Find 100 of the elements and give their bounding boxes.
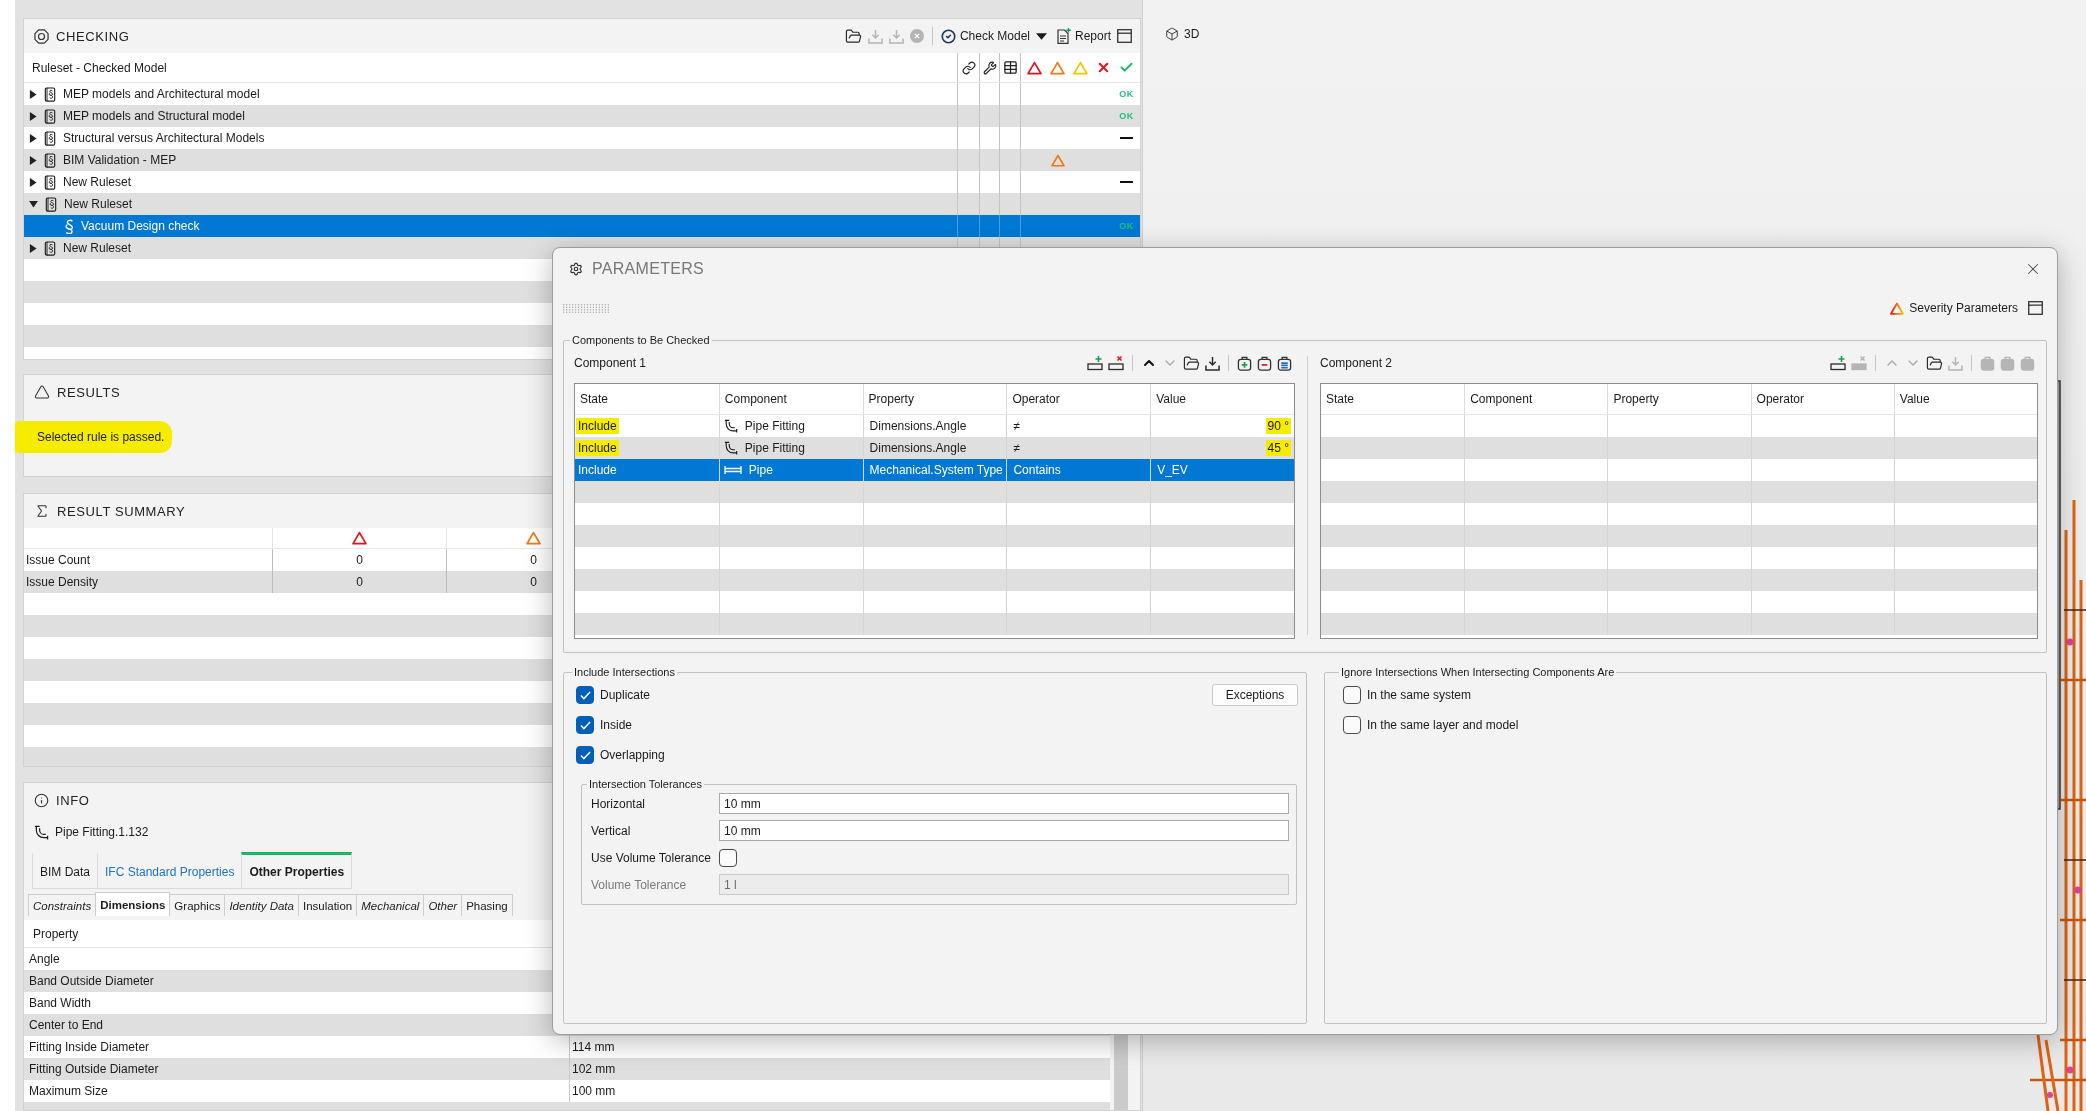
field-label: Use Volume Tolerance bbox=[591, 850, 712, 865]
tab[interactable]: Other Properties bbox=[241, 852, 353, 889]
input-field[interactable]: 10 mm bbox=[719, 820, 1289, 841]
state-text: Include bbox=[576, 418, 619, 434]
group-label: Include Intersections bbox=[573, 666, 676, 678]
checkbox[interactable] bbox=[576, 716, 594, 734]
status-label: OK bbox=[1119, 89, 1134, 99]
column-header: Component bbox=[718, 384, 863, 414]
value-text: V_EV bbox=[1156, 462, 1189, 478]
ruleset-row[interactable]: New Ruleset bbox=[24, 193, 1140, 215]
group-label: Ignore Intersections When Intersecting Components Are bbox=[1340, 666, 1616, 678]
issue-value: 0 bbox=[356, 575, 363, 589]
ruleset-row[interactable]: MEP models and Structural model OK bbox=[24, 105, 1140, 127]
folder-icon[interactable] bbox=[844, 27, 862, 45]
caret-right-icon[interactable] bbox=[29, 133, 37, 143]
checkbox[interactable] bbox=[576, 746, 594, 764]
check-circle-icon bbox=[940, 28, 956, 44]
table-row[interactable]: Include Pipe Fitting Dimensions.Angle ≠ 45 ° bbox=[575, 437, 1294, 459]
window-icon[interactable] bbox=[1117, 29, 1132, 43]
triangle-icon bbox=[1050, 60, 1065, 75]
triangle-icon bbox=[352, 531, 367, 545]
property-name: Maximum Size bbox=[28, 1084, 109, 1098]
clipboard-minus-icon[interactable] bbox=[1257, 355, 1272, 371]
clipboard-plus-icon[interactable] bbox=[1237, 355, 1252, 371]
table-row[interactable]: Include Pipe Mechanical.System Type Contains V_EV bbox=[575, 459, 1294, 481]
ruleset-row[interactable]: BIM Validation - MEP bbox=[24, 149, 1140, 171]
tab[interactable]: Dimensions bbox=[95, 892, 171, 916]
checkbox[interactable] bbox=[719, 848, 737, 867]
component-name: Pipe Fitting bbox=[743, 440, 806, 456]
sigma-icon bbox=[34, 503, 50, 519]
severity-parameters-button[interactable]: Severity Parameters bbox=[1890, 301, 2018, 315]
cross-icon bbox=[1096, 60, 1111, 75]
ruleset-label: MEP models and Architectural model bbox=[63, 87, 260, 101]
panel-title: RESULT SUMMARY bbox=[57, 503, 186, 519]
column-header: Property bbox=[1607, 384, 1751, 414]
property-value: 100 mm bbox=[572, 1084, 616, 1098]
table-row[interactable]: Include Pipe Fitting Dimensions.Angle ≠ 90 ° bbox=[575, 415, 1294, 437]
input-field[interactable]: 10 mm bbox=[719, 793, 1289, 814]
window-icon[interactable] bbox=[2028, 301, 2043, 315]
settings-icon bbox=[569, 262, 583, 276]
caret-down-icon[interactable] bbox=[29, 200, 38, 208]
report-button[interactable]: Report bbox=[1056, 28, 1111, 44]
pipe-icon bbox=[723, 465, 742, 475]
pipe-elbow-icon bbox=[723, 441, 738, 455]
checkbox-label: Duplicate bbox=[600, 688, 651, 702]
checkbox-label: Overlapping bbox=[600, 748, 665, 762]
checkbox[interactable] bbox=[1343, 686, 1361, 704]
download-icon[interactable] bbox=[1205, 355, 1220, 371]
grip-handle[interactable] bbox=[563, 303, 609, 313]
checkbox-label: In the same system bbox=[1367, 688, 1472, 702]
column-header: State bbox=[1325, 391, 1356, 408]
table-icon bbox=[1002, 60, 1018, 75]
field-label: Horizontal bbox=[591, 796, 647, 811]
property-name: Center to End bbox=[28, 1018, 105, 1032]
property-name: Band Outside Diameter bbox=[28, 974, 155, 988]
triangle-icon bbox=[526, 531, 541, 545]
panel-title: RESULTS bbox=[57, 384, 121, 400]
rule-row[interactable]: Vacuum Design check OK bbox=[24, 215, 1140, 237]
column-header: Operator bbox=[1006, 384, 1151, 414]
property-name: Dimensions.Angle bbox=[868, 418, 968, 434]
clipboard-list-icon[interactable] bbox=[1277, 355, 1292, 371]
tab[interactable]: Phasing bbox=[461, 894, 513, 916]
octagon-icon bbox=[34, 28, 49, 44]
checkbox[interactable] bbox=[576, 686, 594, 704]
column-header: Value bbox=[1893, 384, 2037, 414]
caret-right-icon[interactable] bbox=[29, 155, 37, 165]
add-row-icon[interactable] bbox=[1830, 355, 1846, 371]
document-plus-icon bbox=[1056, 28, 1071, 44]
dash-icon bbox=[1120, 181, 1133, 183]
remove-row-icon[interactable] bbox=[1108, 355, 1124, 371]
ruleset-label: New Ruleset bbox=[63, 175, 132, 189]
property-name: Angle bbox=[28, 952, 61, 966]
triangle-outline-icon bbox=[34, 384, 50, 400]
checkbox[interactable] bbox=[1343, 716, 1361, 734]
caret-right-icon[interactable] bbox=[29, 89, 37, 99]
result-message: Selected rule is passed. bbox=[15, 421, 173, 453]
state-text: Include bbox=[576, 440, 619, 456]
caret-right-icon[interactable] bbox=[29, 177, 37, 187]
section-icon bbox=[64, 218, 74, 234]
folder-icon[interactable] bbox=[1926, 354, 1943, 372]
checkbox-label: Inside bbox=[600, 718, 633, 732]
caret-icon[interactable] bbox=[1035, 32, 1047, 40]
property-name: Fitting Inside Diameter bbox=[28, 1040, 151, 1054]
state-text: Include bbox=[577, 462, 618, 478]
book-icon bbox=[44, 130, 56, 146]
ruleset-label: New Ruleset bbox=[63, 241, 132, 255]
caret-right-icon[interactable] bbox=[29, 111, 37, 121]
tab[interactable]: Constraints bbox=[28, 894, 97, 916]
group-label: Intersection Tolerances bbox=[588, 778, 703, 790]
add-row-icon[interactable] bbox=[1087, 355, 1103, 371]
folder-icon[interactable] bbox=[1183, 354, 1200, 372]
caret-right-icon[interactable] bbox=[29, 243, 37, 253]
value-text: 90 ° bbox=[1265, 418, 1291, 434]
exceptions-button[interactable]: Exceptions bbox=[1212, 684, 1298, 706]
operator-text: ≠ bbox=[1012, 440, 1021, 456]
value-text: 45 ° bbox=[1265, 440, 1291, 456]
ruleset-label: New Ruleset bbox=[64, 197, 133, 211]
component-name: Pipe bbox=[747, 462, 774, 478]
check-model-button[interactable]: Check Model bbox=[940, 28, 1030, 44]
tab[interactable]: BIM Data bbox=[32, 852, 98, 889]
